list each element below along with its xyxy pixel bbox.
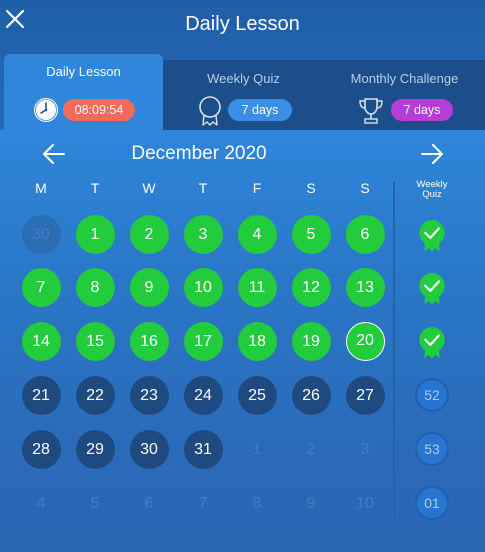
top-bar: Daily Lesson — [0, 0, 485, 50]
calendar-day[interactable]: 23 — [129, 375, 169, 415]
calendar-day: 10 — [356, 494, 374, 512]
calendar-day[interactable]: 25 — [237, 375, 277, 415]
calendar-day[interactable]: 28 — [21, 429, 61, 469]
calendar-day[interactable]: 30 — [21, 214, 61, 254]
medal-icon — [199, 96, 221, 126]
quiz-completed-icon[interactable] — [415, 220, 449, 254]
calendar-day: 1 — [252, 440, 262, 458]
calendar-day[interactable]: 13 — [345, 267, 385, 307]
calendar-day: 3 — [360, 440, 370, 458]
calendar-day[interactable]: 31 — [183, 429, 223, 469]
calendar-day[interactable]: 6 — [345, 214, 385, 254]
column-divider — [393, 182, 395, 528]
trophy-icon — [359, 98, 383, 124]
calendar-day[interactable]: 14 — [21, 321, 61, 361]
calendar-day: 9 — [306, 494, 316, 512]
weekly-quiz-number[interactable]: 01 — [415, 486, 449, 520]
calendar-day[interactable]: 7 — [21, 267, 61, 307]
calendar-day[interactable]: 10 — [183, 267, 223, 307]
calendar-day: 6 — [144, 494, 154, 512]
weekly-quiz-badge: 7 days — [228, 99, 292, 121]
weekly-quiz-number[interactable]: 53 — [415, 432, 449, 466]
calendar-day[interactable]: 19 — [291, 321, 331, 361]
tab-weekly-quiz[interactable]: Weekly Quiz 7 days — [163, 60, 324, 130]
weekly-quiz-column-header: Weekly Quiz — [416, 179, 448, 200]
calendar-day[interactable]: 29 — [75, 429, 115, 469]
calendar-day[interactable]: 9 — [129, 267, 169, 307]
calendar-day[interactable]: 1 — [75, 214, 115, 254]
tab-monthly-challenge[interactable]: Monthly Challenge 7 days — [324, 60, 485, 130]
weekday-label: S — [306, 180, 316, 196]
calendar-day[interactable]: 30 — [129, 429, 169, 469]
calendar-day[interactable]: 12 — [291, 267, 331, 307]
calendar-day[interactable]: 16 — [129, 321, 169, 361]
calendar-day: 2 — [306, 440, 316, 458]
tab-daily-lesson[interactable]: Daily Lesson 08:09:54 — [4, 54, 163, 130]
weekday-label: S — [360, 180, 370, 196]
weekly-quiz-number[interactable]: 52 — [415, 378, 449, 412]
calendar-day: 4 — [36, 494, 46, 512]
weekday-label: T — [90, 180, 100, 196]
calendar-day: 5 — [90, 494, 100, 512]
weekday-label: W — [142, 180, 156, 196]
quiz-completed-icon[interactable] — [415, 273, 449, 307]
month-label: December 2020 — [131, 143, 267, 164]
calendar-day[interactable]: 5 — [291, 214, 331, 254]
tab-label: Weekly Quiz — [207, 71, 280, 86]
monthly-challenge-badge: 7 days — [391, 99, 453, 121]
calendar-day[interactable]: 20 — [345, 321, 385, 361]
calendar-day[interactable]: 8 — [75, 267, 115, 307]
calendar: December 2020 M T W T F S S Weekly Quiz … — [0, 130, 485, 552]
countdown-badge: 08:09:54 — [63, 99, 135, 121]
calendar-day[interactable]: 26 — [291, 375, 331, 415]
calendar-day: 7 — [198, 494, 208, 512]
calendar-day[interactable]: 24 — [183, 375, 223, 415]
calendar-day[interactable]: 4 — [237, 214, 277, 254]
calendar-day: 8 — [252, 494, 262, 512]
quiz-completed-icon[interactable] — [415, 327, 449, 361]
weekday-label: M — [35, 180, 47, 196]
tab-label: Monthly Challenge — [350, 71, 459, 86]
tab-label: Daily Lesson — [46, 64, 121, 79]
arrow-right-icon[interactable] — [419, 142, 445, 166]
calendar-day[interactable]: 27 — [345, 375, 385, 415]
calendar-day[interactable]: 18 — [237, 321, 277, 361]
tab-bar: Daily Lesson 08:09:54 Weekly Quiz 7 days… — [4, 54, 485, 130]
calendar-day[interactable]: 3 — [183, 214, 223, 254]
clock-icon — [34, 98, 58, 122]
calendar-day[interactable]: 15 — [75, 321, 115, 361]
weekday-label: T — [198, 180, 208, 196]
calendar-day[interactable]: 17 — [183, 321, 223, 361]
weekday-label: F — [252, 180, 262, 196]
page-title: Daily Lesson — [185, 13, 300, 35]
calendar-day[interactable]: 11 — [237, 267, 277, 307]
calendar-day[interactable]: 21 — [21, 375, 61, 415]
calendar-day[interactable]: 2 — [129, 214, 169, 254]
calendar-day[interactable]: 22 — [75, 375, 115, 415]
